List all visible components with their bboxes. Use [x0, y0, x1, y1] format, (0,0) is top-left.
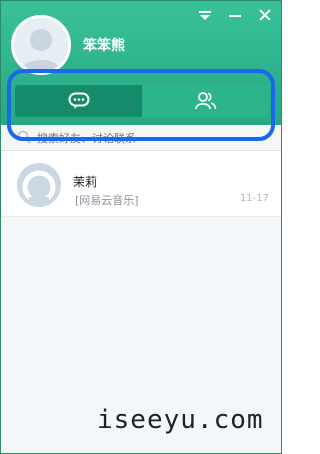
message-time: 11-17: [239, 193, 269, 204]
list-item[interactable]: 茉莉 [网易云音乐] 11-17: [1, 153, 281, 217]
minimize-icon[interactable]: [227, 7, 243, 23]
avatar: [17, 163, 61, 207]
user-name: 笨笨熊: [83, 38, 125, 54]
window-controls: [197, 7, 273, 23]
contact-name: 茉莉: [73, 175, 98, 189]
watermark: iseeyu.com: [97, 405, 264, 435]
avatar[interactable]: [11, 15, 71, 75]
menu-icon[interactable]: [197, 7, 213, 23]
default-avatar-icon: [17, 163, 61, 207]
close-icon[interactable]: [257, 7, 273, 23]
im-window: 笨笨熊 搜索好友、讨论联系 茉莉 [网易云音乐] 11-17 iseeyu.co…: [0, 0, 282, 454]
message-preview: [网易云音乐]: [75, 194, 139, 207]
default-avatar-icon: [14, 18, 68, 72]
highlight-box: [7, 69, 275, 141]
